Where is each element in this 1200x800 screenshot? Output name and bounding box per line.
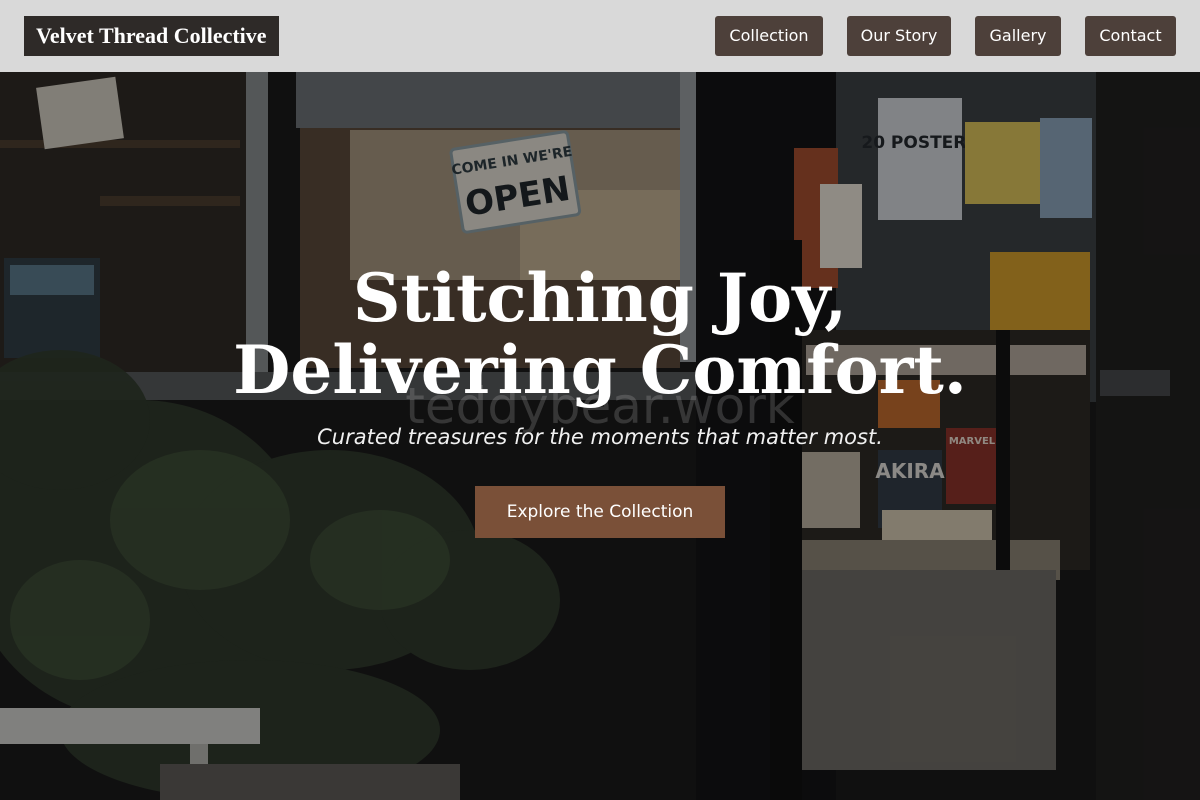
nav-contact-button[interactable]: Contact bbox=[1085, 16, 1176, 56]
brand-logo[interactable]: Velvet Thread Collective bbox=[24, 16, 279, 56]
top-navbar: Velvet Thread Collective Collection Our … bbox=[0, 0, 1200, 72]
hero-section: COME IN WE'RE OPEN 20 POSTERS AKIRA MARV… bbox=[0, 0, 1200, 800]
hero-headline: Stitching Joy, Delivering Comfort. bbox=[233, 259, 967, 409]
nav-collection-button[interactable]: Collection bbox=[715, 16, 823, 56]
explore-collection-button[interactable]: Explore the Collection bbox=[475, 486, 725, 538]
nav-our-story-button[interactable]: Our Story bbox=[847, 16, 951, 56]
nav-gallery-button[interactable]: Gallery bbox=[975, 16, 1061, 56]
hero-tagline: Curated treasures for the moments that m… bbox=[317, 425, 883, 449]
